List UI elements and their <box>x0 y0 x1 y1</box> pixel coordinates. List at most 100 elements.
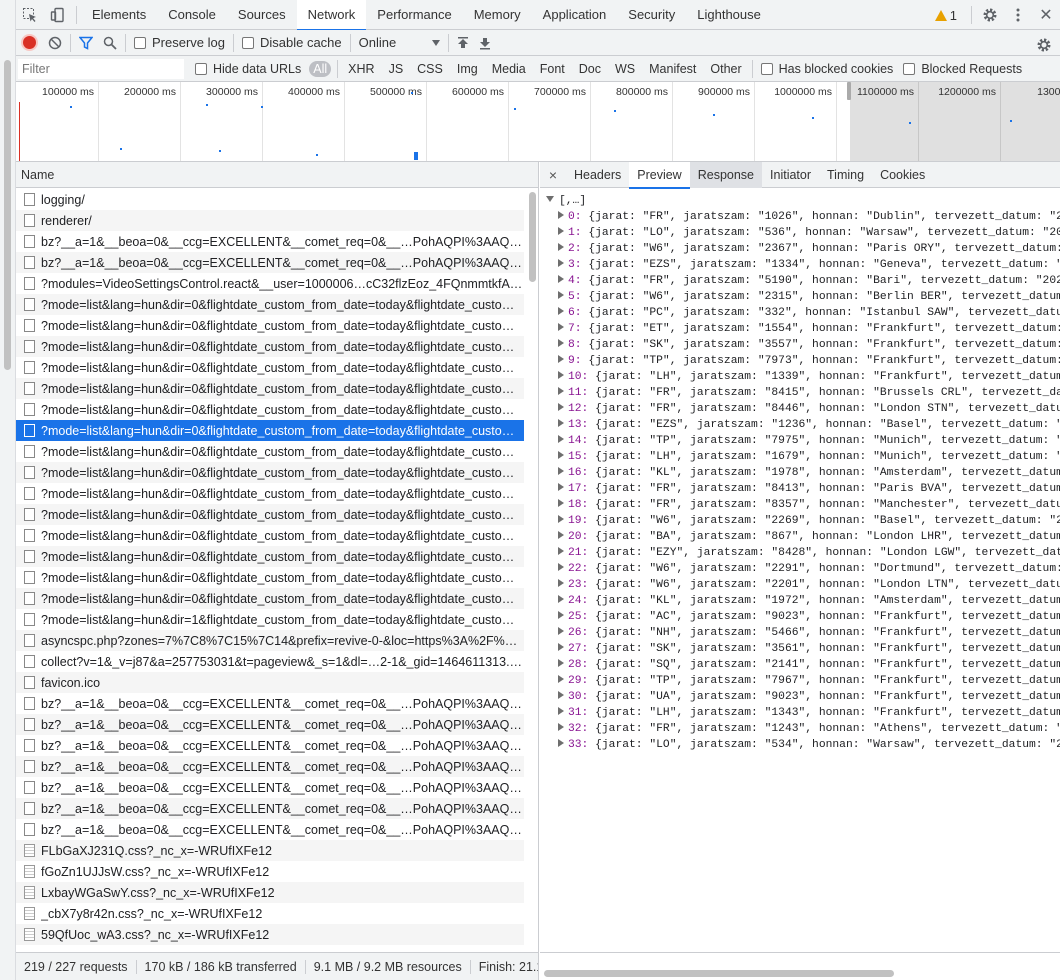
request-row[interactable]: collect?v=1&_v=j87&a=257753031&t=pagevie… <box>16 651 524 672</box>
type-filter-css[interactable]: CSS <box>413 61 447 77</box>
request-row[interactable]: bz?__a=1&__beoa=0&__ccg=EXCELLENT&__come… <box>16 735 524 756</box>
preview-array-item[interactable]: 22: {jarat: "W6", jaratszam: "2291", hon… <box>546 561 1060 577</box>
request-row[interactable]: bz?__a=1&__beoa=0&__ccg=EXCELLENT&__come… <box>16 777 524 798</box>
preview-array-item[interactable]: 4: {jarat: "FR", jaratszam: "5190", honn… <box>546 273 1060 289</box>
request-list-scrollbar[interactable] <box>529 192 536 282</box>
type-filter-ws[interactable]: WS <box>611 61 639 77</box>
warnings-indicator[interactable]: 1 <box>925 8 967 23</box>
request-row[interactable]: renderer/ <box>16 210 524 231</box>
collapse-arrow-icon[interactable] <box>558 643 564 651</box>
collapse-arrow-icon[interactable] <box>558 611 564 619</box>
collapse-arrow-icon[interactable] <box>558 275 564 283</box>
filter-toggle[interactable] <box>74 30 98 56</box>
left-scrollbar[interactable] <box>0 0 16 980</box>
preview-array-item[interactable]: 0: {jarat: "FR", jaratszam: "1026", honn… <box>546 209 1060 225</box>
preview-array-item[interactable]: 7: {jarat: "ET", jaratszam: "1554", honn… <box>546 321 1060 337</box>
checkbox-box[interactable] <box>760 62 773 75</box>
preview-horizontal-scrollbar[interactable] <box>540 952 1060 980</box>
tab-memory[interactable]: Memory <box>463 0 532 30</box>
preview-array-item[interactable]: 1: {jarat: "LO", jaratszam: "536", honna… <box>546 225 1060 241</box>
request-row[interactable]: bz?__a=1&__beoa=0&__ccg=EXCELLENT&__come… <box>16 693 524 714</box>
collapse-arrow-icon[interactable] <box>558 595 564 603</box>
column-header-name[interactable]: Name <box>16 162 538 188</box>
tab-elements[interactable]: Elements <box>81 0 157 30</box>
preview-array-item[interactable]: 16: {jarat: "KL", jaratszam: "1978", hon… <box>546 465 1060 481</box>
request-row[interactable]: ?mode=list&lang=hun&dir=0&flightdate_cus… <box>16 567 524 588</box>
left-scrollbar-thumb[interactable] <box>4 60 11 370</box>
request-row[interactable]: asyncspc.php?zones=7%7C8%7C15%7C14&prefi… <box>16 630 524 651</box>
detail-tab-preview[interactable]: Preview <box>629 162 691 189</box>
request-row[interactable]: ?mode=list&lang=hun&dir=0&flightdate_cus… <box>16 588 524 609</box>
collapse-arrow-icon[interactable] <box>558 467 564 475</box>
expand-arrow-icon[interactable] <box>546 196 554 202</box>
preview-root[interactable]: [,…] <box>546 193 1060 209</box>
collapse-arrow-icon[interactable] <box>558 451 564 459</box>
tab-lighthouse[interactable]: Lighthouse <box>686 0 772 30</box>
request-row[interactable]: LxbayWGaSwY.css?_nc_x=-WRUfIXFe12 <box>16 882 524 903</box>
request-row[interactable]: 59QfUoc_wA3.css?_nc_x=-WRUfIXFe12 <box>16 924 524 945</box>
type-filter-other[interactable]: Other <box>706 61 745 77</box>
preview-array-item[interactable]: 6: {jarat: "PC", jaratszam: "332", honna… <box>546 305 1060 321</box>
type-filter-img[interactable]: Img <box>453 61 482 77</box>
preview-array-item[interactable]: 12: {jarat: "FR", jaratszam: "8446", hon… <box>546 401 1060 417</box>
preview-array-item[interactable]: 26: {jarat: "NH", jaratszam: "5466", hon… <box>546 625 1060 641</box>
blocked-requests-checkbox[interactable]: Blocked Requests <box>898 56 1027 82</box>
collapse-arrow-icon[interactable] <box>558 659 564 667</box>
collapse-arrow-icon[interactable] <box>558 419 564 427</box>
collapse-arrow-icon[interactable] <box>558 211 564 219</box>
throttling-select[interactable]: Online <box>354 30 446 56</box>
collapse-arrow-icon[interactable] <box>558 435 564 443</box>
detail-tab-initiator[interactable]: Initiator <box>762 162 819 188</box>
request-row[interactable]: favicon.ico <box>16 672 524 693</box>
detail-tab-headers[interactable]: Headers <box>566 162 629 188</box>
preview-array-item[interactable]: 25: {jarat: "AC", jaratszam: "9023", hon… <box>546 609 1060 625</box>
request-row[interactable]: ?mode=list&lang=hun&dir=0&flightdate_cus… <box>16 525 524 546</box>
export-har-button[interactable] <box>474 30 496 56</box>
request-row[interactable]: ?mode=list&lang=hun&dir=0&flightdate_cus… <box>16 504 524 525</box>
request-row[interactable]: FLbGaXJ231Q.css?_nc_x=-WRUfIXFe12 <box>16 840 524 861</box>
request-row[interactable]: ?mode=list&lang=hun&dir=0&flightdate_cus… <box>16 546 524 567</box>
device-toolbar-icon[interactable] <box>44 0 72 30</box>
collapse-arrow-icon[interactable] <box>558 707 564 715</box>
import-har-button[interactable] <box>452 30 474 56</box>
tab-performance[interactable]: Performance <box>366 0 462 30</box>
collapse-arrow-icon[interactable] <box>558 499 564 507</box>
preview-array-item[interactable]: 18: {jarat: "FR", jaratszam: "8357", hon… <box>546 497 1060 513</box>
collapse-arrow-icon[interactable] <box>558 563 564 571</box>
more-options-icon[interactable] <box>1004 0 1032 30</box>
checkbox-box[interactable] <box>195 62 207 75</box>
preview-array-item[interactable]: 17: {jarat: "FR", jaratszam: "8413", hon… <box>546 481 1060 497</box>
preview-array-item[interactable]: 33: {jarat: "LO", jaratszam: "534", honn… <box>546 737 1060 753</box>
preview-array-item[interactable]: 27: {jarat: "SK", jaratszam: "3561", hon… <box>546 641 1060 657</box>
collapse-arrow-icon[interactable] <box>558 291 564 299</box>
collapse-arrow-icon[interactable] <box>558 227 564 235</box>
request-row[interactable]: bz?__a=1&__beoa=0&__ccg=EXCELLENT&__come… <box>16 231 524 252</box>
preview-array-item[interactable]: 30: {jarat: "UA", jaratszam: "9023", hon… <box>546 689 1060 705</box>
request-row[interactable]: ?mode=list&lang=hun&dir=0&flightdate_cus… <box>16 357 524 378</box>
type-filter-all[interactable]: All <box>309 60 332 77</box>
disable-cache-checkbox[interactable]: Disable cache <box>237 30 347 56</box>
preview-array-item[interactable]: 14: {jarat: "TP", jaratszam: "7975", hon… <box>546 433 1060 449</box>
checkbox-box[interactable] <box>241 36 254 49</box>
collapse-arrow-icon[interactable] <box>558 723 564 731</box>
request-row[interactable]: ?mode=list&lang=hun&dir=0&flightdate_cus… <box>16 483 524 504</box>
collapse-arrow-icon[interactable] <box>558 323 564 331</box>
hide-data-urls-checkbox[interactable]: Hide data URLs <box>190 56 306 82</box>
close-detail-icon[interactable]: × <box>540 167 566 183</box>
filter-input[interactable] <box>18 58 184 79</box>
type-filter-font[interactable]: Font <box>536 61 569 77</box>
type-filter-doc[interactable]: Doc <box>575 61 605 77</box>
preview-array-item[interactable]: 5: {jarat: "W6", jaratszam: "2315", honn… <box>546 289 1060 305</box>
request-row[interactable]: bz?__a=1&__beoa=0&__ccg=EXCELLENT&__come… <box>16 798 524 819</box>
tab-console[interactable]: Console <box>157 0 227 30</box>
preview-array-item[interactable]: 31: {jarat: "LH", jaratszam: "1343", hon… <box>546 705 1060 721</box>
close-devtools-icon[interactable]: ✕ <box>1032 0 1060 30</box>
preview-array-item[interactable]: 11: {jarat: "FR", jaratszam: "8415", hon… <box>546 385 1060 401</box>
preview-array-item[interactable]: 23: {jarat: "W6", jaratszam: "2201", hon… <box>546 577 1060 593</box>
settings-gear-icon[interactable] <box>976 0 1004 30</box>
collapse-arrow-icon[interactable] <box>558 243 564 251</box>
preserve-log-checkbox[interactable]: Preserve log <box>129 30 230 56</box>
preview-array-item[interactable]: 19: {jarat: "W6", jaratszam: "2269", hon… <box>546 513 1060 529</box>
request-row[interactable]: ?mode=list&lang=hun&dir=0&flightdate_cus… <box>16 378 524 399</box>
preview-array-item[interactable]: 15: {jarat: "LH", jaratszam: "1679", hon… <box>546 449 1060 465</box>
